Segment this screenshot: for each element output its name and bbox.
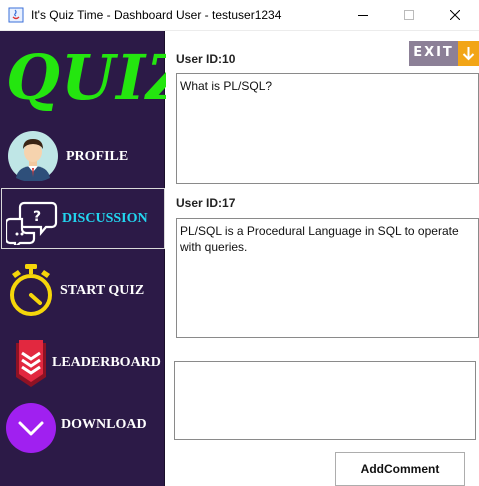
svg-text:?: ?	[33, 209, 41, 225]
sidebar: QUIZ PROFILE ? DISCUSSION START QUIZ LEA…	[0, 31, 193, 486]
sidebar-item-download[interactable]: DOWNLOAD	[0, 403, 165, 457]
chevron-down-circle-icon	[6, 403, 56, 453]
sidebar-item-leaderboard[interactable]: LEADERBOARD	[0, 333, 165, 389]
post-user-id: User ID:10	[176, 52, 236, 66]
window-title-bar: It's Quiz Time - Dashboard User - testus…	[0, 0, 479, 31]
minimize-button[interactable]	[340, 0, 386, 31]
chat-bubbles-icon: ?	[6, 201, 58, 245]
minimize-icon	[358, 15, 368, 16]
java-app-icon	[8, 7, 24, 23]
rank-badge-icon	[16, 340, 46, 387]
sidebar-item-profile[interactable]: PROFILE	[0, 129, 165, 185]
sidebar-item-label: DISCUSSION	[62, 211, 148, 226]
sidebar-item-discussion[interactable]: ? DISCUSSION	[1, 188, 165, 249]
close-button[interactable]	[432, 0, 478, 31]
exit-label: EXIT	[413, 45, 454, 60]
quiz-logo: QUIZ	[6, 41, 193, 114]
sidebar-item-label: DOWNLOAD	[61, 417, 147, 432]
arrow-down-icon	[462, 47, 475, 61]
sidebar-item-label: START QUIZ	[60, 283, 145, 298]
post-user-id: User ID:17	[176, 196, 236, 210]
post-text: What is PL/SQL?	[176, 73, 479, 184]
close-icon	[450, 10, 460, 20]
maximize-button[interactable]	[386, 0, 432, 31]
exit-label-box: EXIT	[409, 41, 458, 66]
sidebar-item-label: LEADERBOARD	[52, 355, 161, 370]
window-title: It's Quiz Time - Dashboard User - testus…	[31, 8, 282, 22]
exit-arrow-box	[458, 41, 479, 66]
post-text: PL/SQL is a Procedural Language in SQL t…	[176, 218, 479, 338]
sidebar-item-start-quiz[interactable]: START QUIZ	[0, 263, 165, 319]
maximize-icon	[404, 10, 414, 20]
exit-button[interactable]: EXIT	[409, 41, 479, 66]
sidebar-item-label: PROFILE	[66, 149, 129, 164]
user-avatar-icon	[8, 131, 58, 181]
add-comment-button[interactable]: AddComment	[335, 452, 465, 486]
discussion-panel: EXIT User ID:10 What is PL/SQL? User ID:…	[166, 31, 479, 486]
comment-input[interactable]	[174, 361, 476, 440]
stopwatch-icon	[10, 264, 52, 316]
